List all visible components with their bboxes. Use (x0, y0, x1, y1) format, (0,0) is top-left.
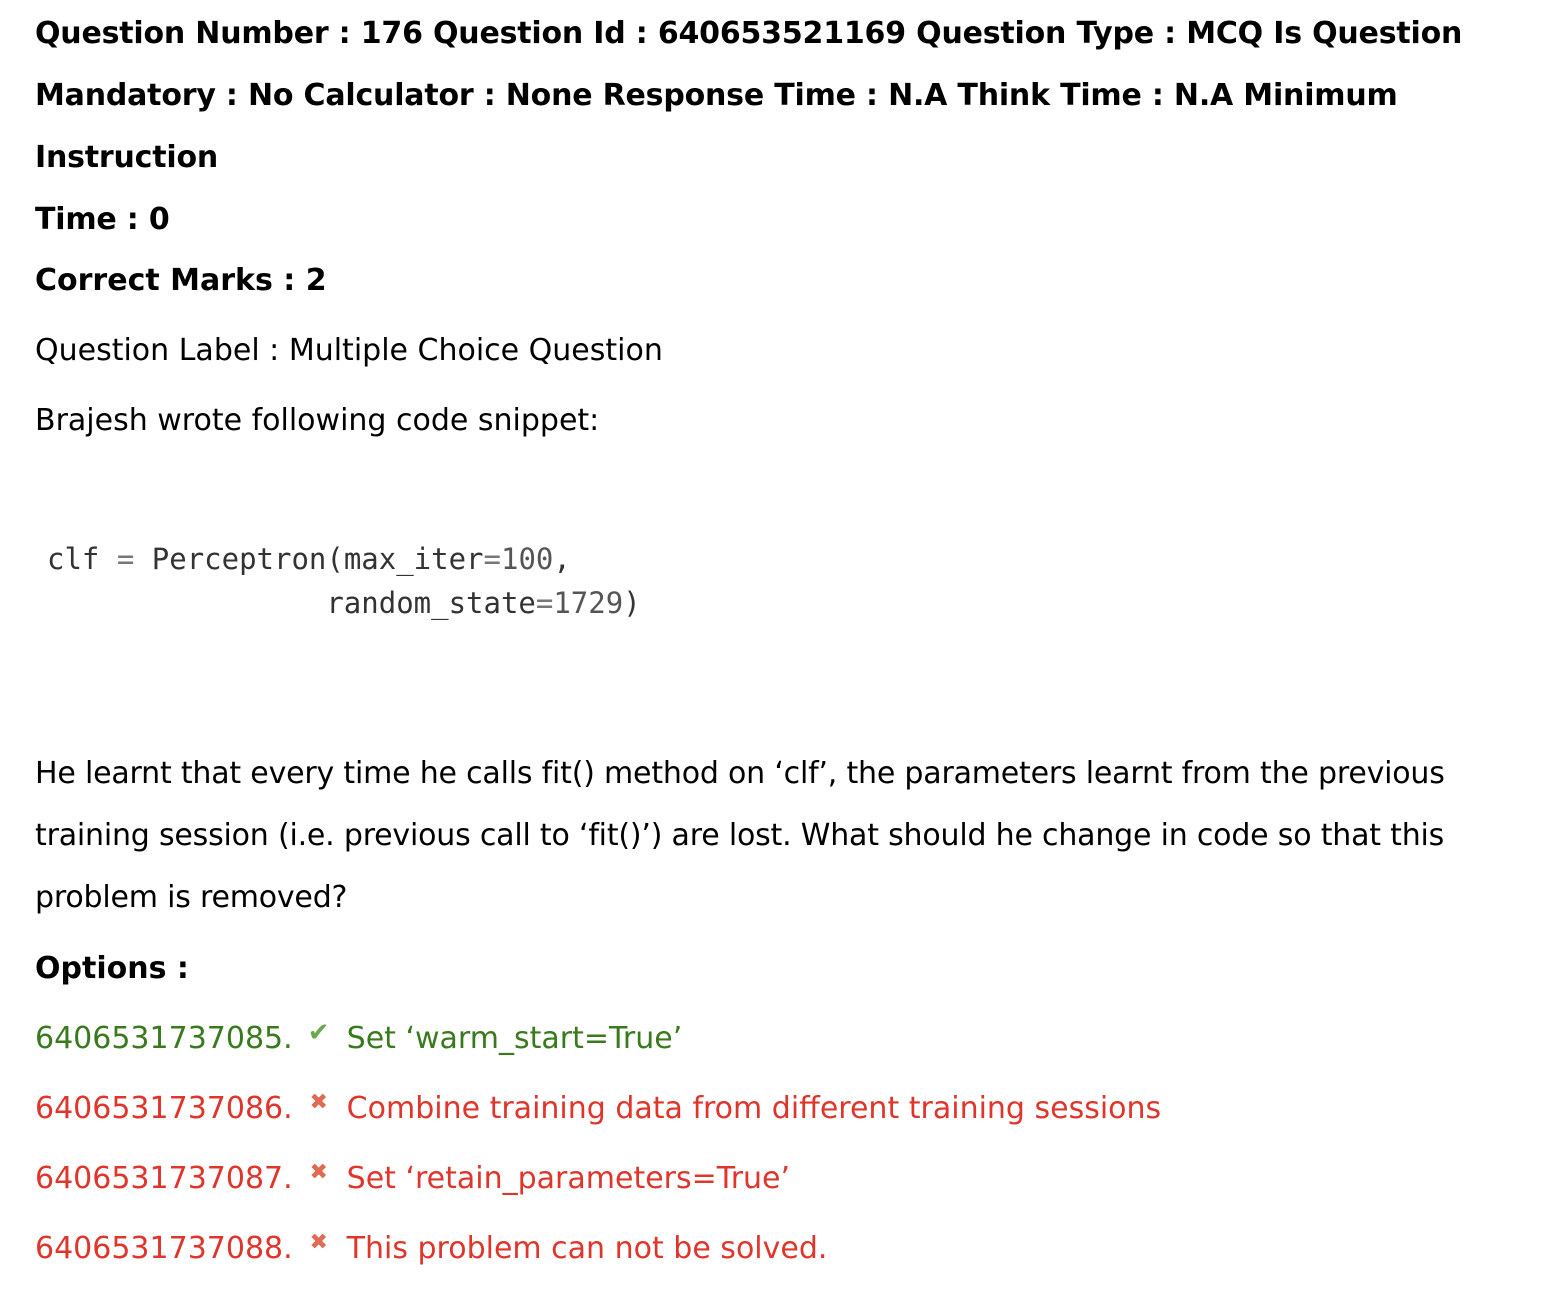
option-id: 6406531737087. (35, 1161, 293, 1196)
option-text: Set ‘warm_start=True’ (346, 1021, 683, 1056)
meta-line-3: Time : 0 (35, 202, 170, 237)
option-3: 6406531737087. ✖ Set ‘retain_parameters=… (35, 1159, 1525, 1199)
option-text: This problem can not be solved. (346, 1231, 828, 1266)
option-text: Set ‘retain_parameters=True’ (346, 1161, 791, 1196)
question-line-1: He learnt that every time he calls fit()… (35, 756, 1445, 791)
option-id: 6406531737086. (35, 1091, 293, 1126)
question-line-3: problem is removed? (35, 880, 348, 915)
option-4: 6406531737088. ✖ This problem can not be… (35, 1229, 1525, 1269)
option-2: 6406531737086. ✖ Combine training data f… (35, 1089, 1525, 1129)
question-text: He learnt that every time he calls fit()… (35, 743, 1525, 929)
option-id: 6406531737088. (35, 1231, 293, 1266)
question-meta: Question Number : 176 Question Id : 6406… (35, 3, 1525, 251)
cross-icon: ✖ (309, 1160, 328, 1185)
question-line-2: training session (i.e. previous call to … (35, 818, 1445, 853)
check-icon: ✔ (307, 1018, 330, 1048)
correct-marks: Correct Marks : 2 (35, 263, 327, 298)
meta-line-1: Question Number : 176 Question Id : 6406… (35, 16, 1463, 51)
cross-icon: ✖ (309, 1230, 328, 1255)
cross-icon: ✖ (309, 1090, 328, 1115)
code-line-1: clf = Perceptron(max_iter=100, (47, 542, 571, 576)
meta-line-2: Mandatory : No Calculator : None Respons… (35, 78, 1398, 175)
option-id: 6406531737085. (35, 1021, 293, 1056)
option-1: 6406531737085. ✔ Set ‘warm_start=True’ (35, 1018, 1525, 1059)
question-label: Question Label : Multiple Choice Questio… (35, 333, 663, 368)
question-page: Question Number : 176 Question Id : 6406… (35, 0, 1525, 1269)
question-intro: Brajesh wrote following code snippet: (35, 403, 600, 438)
options-title: Options : (35, 951, 189, 986)
code-snippet: clf = Perceptron(max_iter=100, random_st… (47, 537, 1525, 625)
option-text: Combine training data from different tra… (346, 1091, 1162, 1126)
code-line-2: random_state=1729) (47, 586, 641, 620)
options-list: 6406531737085. ✔ Set ‘warm_start=True’ 6… (35, 1018, 1525, 1269)
